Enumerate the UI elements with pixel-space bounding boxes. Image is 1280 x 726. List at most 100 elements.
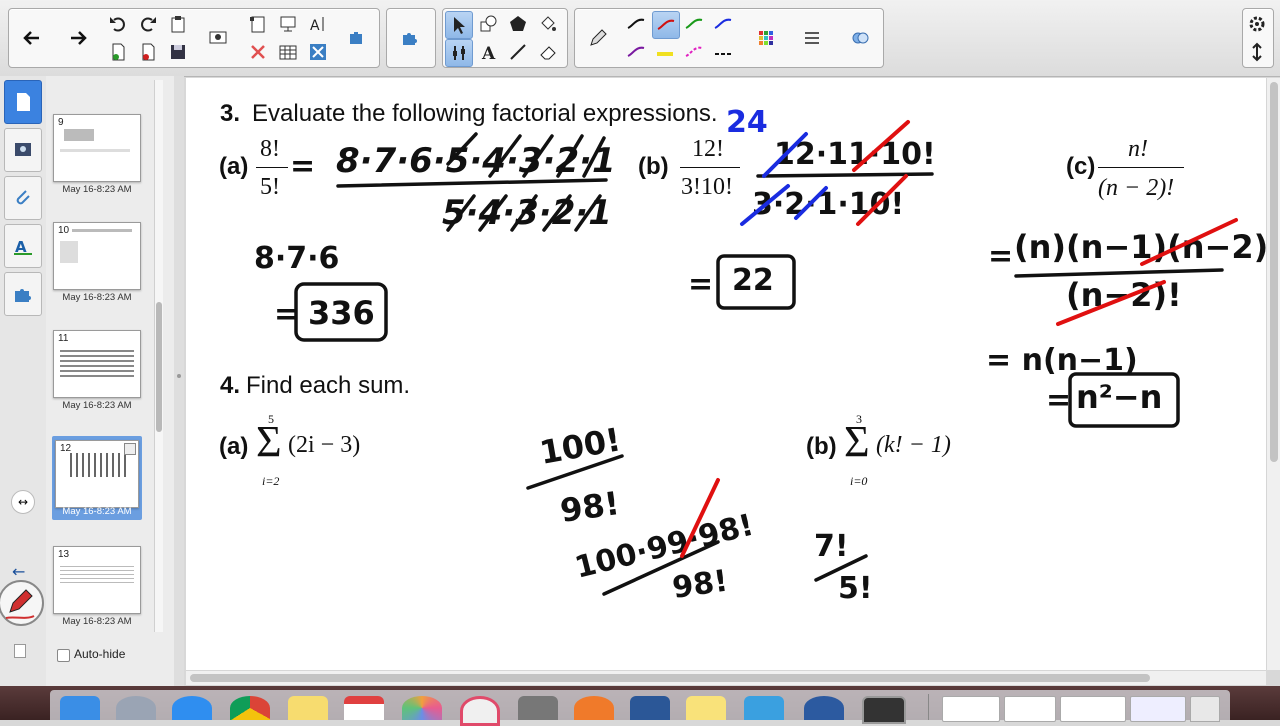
page-thumbnail[interactable]: 10 May 16-8:23 AM (52, 222, 142, 308)
gallery-tab[interactable] (4, 128, 42, 172)
trash-icon[interactable] (1190, 696, 1220, 722)
pen-style-dashed[interactable] (710, 39, 736, 65)
previous-page-button[interactable] (19, 25, 45, 51)
notes-icon[interactable] (288, 696, 328, 720)
finder-icon[interactable] (60, 696, 100, 720)
page-thumbnail-selected[interactable]: 12 May 16-8:23 AM (52, 436, 142, 520)
transparency-icon[interactable] (847, 25, 873, 51)
page-menu-icon[interactable] (124, 443, 136, 455)
stickies-icon[interactable] (686, 696, 726, 720)
ink-3c-answer: n²−n (1076, 378, 1162, 416)
line-style-icon[interactable] (799, 25, 825, 51)
pen-style-red[interactable] (652, 11, 680, 39)
fill-tool-icon[interactable] (535, 11, 561, 37)
ink-3c-equals2: = (1046, 383, 1071, 418)
undo-button[interactable] (105, 11, 131, 37)
pen-select-tool-button[interactable] (445, 39, 473, 67)
ink-layer: = 8·7·6·5·4·3·2·1 5·4·3·2·1 8·7·6 = 336 … (254, 105, 1266, 606)
pen-mode-icon[interactable] (0, 580, 44, 626)
small-doc-icon (14, 644, 26, 658)
clear-page-icon[interactable] (305, 39, 331, 65)
photos-icon[interactable] (402, 696, 442, 720)
delete-page-button[interactable] (135, 39, 161, 65)
whiteboard-page[interactable]: 3. Evaluate the following factorial expr… (186, 78, 1266, 670)
ink-3b-work-den: 3·2·1·10! (752, 187, 904, 222)
redo-button[interactable] (135, 11, 161, 37)
color-palette-icon[interactable] (753, 25, 779, 51)
panel-splitter[interactable] (174, 76, 184, 686)
page-thumbnail[interactable]: 13 May 16-8:23 AM (52, 546, 142, 632)
screen-shade-button[interactable] (245, 11, 271, 37)
pen-tool-icon[interactable] (585, 25, 611, 51)
minimized-window[interactable] (1004, 696, 1056, 722)
sorter-scroll-thumb[interactable] (156, 302, 162, 432)
next-page-button[interactable] (65, 25, 91, 51)
smart-notebook-icon[interactable] (744, 696, 784, 720)
ink-sum-work2-den: 98! (670, 564, 730, 606)
delete-icon[interactable] (245, 39, 271, 65)
minimized-window[interactable] (942, 696, 1000, 722)
app-icon[interactable] (804, 696, 844, 720)
page-date: May 16-8:23 AM (62, 400, 132, 411)
paste-icon[interactable] (165, 11, 191, 37)
drawing-tools-group: A (442, 8, 568, 68)
page-horizontal-scrollbar[interactable] (186, 670, 1266, 685)
pen-style-yellow[interactable] (652, 39, 678, 65)
sorter-scrollbar[interactable] (154, 80, 163, 632)
vertical-scroll-thumb[interactable] (1270, 82, 1278, 462)
pen-style-green[interactable] (681, 11, 707, 37)
word-icon[interactable] (630, 696, 670, 720)
pen-style-blue[interactable] (710, 11, 736, 37)
pen-style-magenta[interactable] (681, 39, 707, 65)
extension-icon[interactable] (343, 25, 369, 51)
ink-sum-work1-num: 100! (537, 420, 624, 472)
pen-style-black[interactable] (623, 11, 649, 37)
firefox-icon[interactable] (574, 696, 614, 720)
page-thumbnail[interactable]: 9 May 16-8:23 AM (52, 114, 142, 200)
page-thumbnail[interactable]: 11 May 16-8:23 AM (52, 330, 142, 416)
pen-style-purple[interactable] (623, 39, 649, 65)
add-page-button[interactable] (105, 39, 131, 65)
horizontal-scroll-thumb[interactable] (190, 674, 1150, 682)
table-icon[interactable] (275, 39, 301, 65)
page-sorter-tab[interactable] (4, 80, 42, 124)
system-preferences-icon[interactable] (518, 696, 558, 720)
text-a-icon[interactable]: A (475, 39, 501, 65)
page-date: May 16-8:23 AM (62, 184, 132, 195)
ink-3c-equals: = (988, 239, 1013, 274)
addons-tab[interactable] (4, 272, 42, 316)
select-tool-button[interactable] (445, 11, 473, 39)
pen-styles-group (574, 8, 884, 68)
navigation-edit-group: A (8, 8, 380, 68)
properties-tab[interactable]: A (4, 224, 42, 268)
chrome-icon[interactable] (230, 696, 270, 720)
page-number: 10 (58, 225, 70, 236)
settings-gear-icon[interactable] (1244, 11, 1270, 37)
puzzle-icon[interactable] (397, 25, 423, 51)
collapse-arrows-icon[interactable]: ↔ (11, 490, 35, 514)
page-date: May 16-8:23 AM (62, 506, 132, 517)
polygon-tool-button[interactable] (505, 11, 531, 37)
text-tool-icon[interactable]: A (305, 11, 331, 37)
back-arrow-icon[interactable]: ← (12, 562, 25, 581)
calendar-icon[interactable] (344, 696, 384, 720)
screen-capture-button[interactable] (205, 25, 231, 51)
attachments-tab[interactable] (4, 176, 42, 220)
autohide-checkbox[interactable] (57, 649, 70, 662)
ink-3b-answer: 22 (732, 263, 774, 298)
page-number: 9 (58, 117, 64, 128)
launchpad-icon[interactable] (116, 696, 156, 720)
music-icon[interactable] (460, 696, 500, 726)
minimized-window[interactable] (1060, 696, 1126, 722)
display-button[interactable] (275, 11, 301, 37)
line-tool-icon[interactable] (505, 39, 531, 65)
ink-sum-work1-den: 98! (558, 484, 622, 530)
minimized-window[interactable] (1130, 696, 1186, 722)
move-toolbar-icon[interactable] (1244, 39, 1270, 65)
save-button[interactable] (165, 39, 191, 65)
eraser-icon[interactable] (535, 39, 561, 65)
page-vertical-scrollbar[interactable] (1266, 78, 1280, 670)
safari-icon[interactable] (172, 696, 212, 720)
main-toolbar: A A (0, 0, 1280, 77)
shape-tool-button[interactable] (475, 11, 501, 37)
